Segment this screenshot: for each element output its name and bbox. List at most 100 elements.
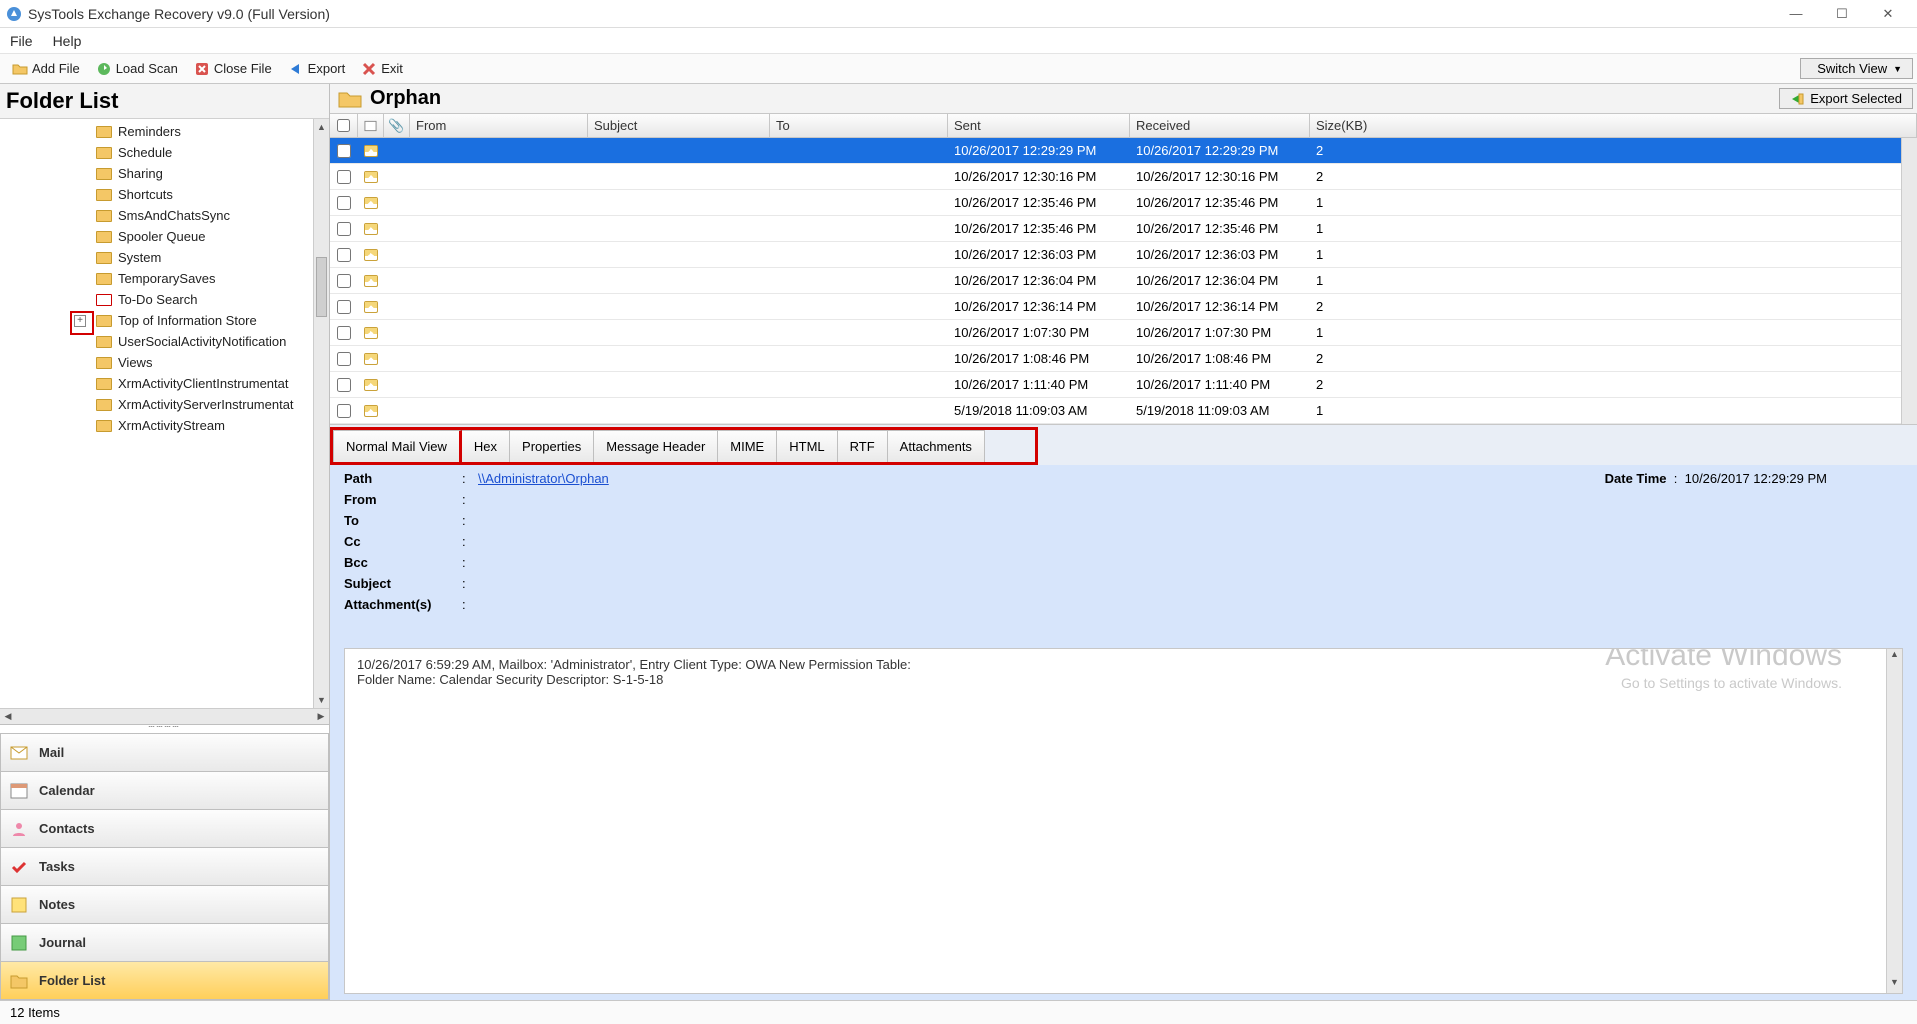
switch-view-button[interactable]: Switch View ▼ bbox=[1800, 58, 1913, 79]
body-vscrollbar[interactable]: ▲ ▼ bbox=[1886, 649, 1902, 993]
mail-row[interactable]: 10/26/2017 12:36:14 PM10/26/2017 12:36:1… bbox=[330, 294, 1917, 320]
tab-mime[interactable]: MIME bbox=[718, 430, 777, 462]
message-body[interactable]: Activate Windows Go to Settings to activ… bbox=[344, 648, 1903, 994]
folder-item[interactable]: Shortcuts bbox=[0, 184, 313, 205]
mail-row[interactable]: 10/26/2017 1:07:30 PM10/26/2017 1:07:30 … bbox=[330, 320, 1917, 346]
folder-item[interactable]: +Top of Information Store bbox=[0, 310, 313, 331]
size-cell: 1 bbox=[1310, 325, 1917, 340]
mail-row[interactable]: 10/26/2017 1:08:46 PM10/26/2017 1:08:46 … bbox=[330, 346, 1917, 372]
col-sent[interactable]: Sent bbox=[948, 114, 1130, 137]
col-to[interactable]: To bbox=[770, 114, 948, 137]
folder-item[interactable]: XrmActivityClientInstrumentat bbox=[0, 373, 313, 394]
mail-row[interactable]: 5/19/2018 11:09:03 AM5/19/2018 11:09:03 … bbox=[330, 398, 1917, 424]
tab-properties[interactable]: Properties bbox=[510, 430, 594, 462]
tab-hex[interactable]: Hex bbox=[462, 430, 510, 462]
titlebar: SysTools Exchange Recovery v9.0 (Full Ve… bbox=[0, 0, 1917, 28]
folder-item[interactable]: Schedule bbox=[0, 142, 313, 163]
scroll-down-icon[interactable]: ▼ bbox=[1887, 977, 1902, 993]
tree-hscrollbar[interactable]: ◀ ▶ bbox=[0, 708, 329, 724]
tab-attachments[interactable]: Attachments bbox=[888, 430, 985, 462]
row-checkbox[interactable] bbox=[337, 170, 351, 184]
maximize-button[interactable]: ☐ bbox=[1819, 0, 1865, 28]
col-received[interactable]: Received bbox=[1130, 114, 1310, 137]
row-checkbox[interactable] bbox=[337, 274, 351, 288]
nav-item-notes[interactable]: Notes bbox=[0, 886, 329, 924]
scroll-up-icon[interactable]: ▲ bbox=[314, 119, 329, 135]
folder-item[interactable]: Views bbox=[0, 352, 313, 373]
nav-item-calendar[interactable]: Calendar bbox=[0, 772, 329, 810]
expand-icon[interactable]: + bbox=[74, 315, 86, 327]
folder-item[interactable]: SmsAndChatsSync bbox=[0, 205, 313, 226]
col-attachment[interactable]: 📎 bbox=[384, 114, 410, 137]
scroll-right-icon[interactable]: ▶ bbox=[313, 711, 329, 722]
tab-html[interactable]: HTML bbox=[777, 430, 837, 462]
export-selected-icon bbox=[1790, 92, 1804, 106]
folder-item[interactable]: Spooler Queue bbox=[0, 226, 313, 247]
row-checkbox[interactable] bbox=[337, 378, 351, 392]
row-checkbox[interactable] bbox=[337, 196, 351, 210]
menu-help[interactable]: Help bbox=[53, 33, 82, 49]
nav-label: Tasks bbox=[39, 859, 75, 874]
received-cell: 10/26/2017 12:29:29 PM bbox=[1130, 143, 1310, 158]
row-checkbox[interactable] bbox=[337, 352, 351, 366]
tab-normal-mail-view[interactable]: Normal Mail View bbox=[333, 430, 462, 462]
mail-row[interactable]: 10/26/2017 1:11:40 PM10/26/2017 1:11:40 … bbox=[330, 372, 1917, 398]
folder-item[interactable]: Reminders bbox=[0, 121, 313, 142]
mail-row[interactable]: 10/26/2017 12:29:29 PM10/26/2017 12:29:2… bbox=[330, 138, 1917, 164]
menu-file[interactable]: File bbox=[10, 33, 33, 49]
nav-item-folder-list[interactable]: Folder List bbox=[0, 962, 329, 1000]
folder-label: Spooler Queue bbox=[118, 229, 205, 244]
export-selected-button[interactable]: Export Selected bbox=[1779, 88, 1913, 109]
tree-vscrollbar[interactable]: ▲ ▼ bbox=[313, 119, 329, 708]
folder-item[interactable]: UserSocialActivityNotification bbox=[0, 331, 313, 352]
nav-label: Journal bbox=[39, 935, 86, 950]
folder-label: UserSocialActivityNotification bbox=[118, 334, 286, 349]
tab-message-header[interactable]: Message Header bbox=[594, 430, 718, 462]
scroll-thumb[interactable] bbox=[316, 257, 327, 317]
mail-row[interactable]: 10/26/2017 12:35:46 PM10/26/2017 12:35:4… bbox=[330, 216, 1917, 242]
folder-label: Schedule bbox=[118, 145, 172, 160]
mail-row[interactable]: 10/26/2017 12:36:03 PM10/26/2017 12:36:0… bbox=[330, 242, 1917, 268]
grid-vscrollbar[interactable] bbox=[1901, 138, 1917, 424]
row-checkbox[interactable] bbox=[337, 222, 351, 236]
col-from[interactable]: From bbox=[410, 114, 588, 137]
scroll-left-icon[interactable]: ◀ bbox=[0, 711, 16, 722]
nav-item-journal[interactable]: Journal bbox=[0, 924, 329, 962]
col-checkbox[interactable] bbox=[330, 114, 358, 137]
mail-row[interactable]: 10/26/2017 12:36:04 PM10/26/2017 12:36:0… bbox=[330, 268, 1917, 294]
row-checkbox[interactable] bbox=[337, 326, 351, 340]
row-checkbox[interactable] bbox=[337, 144, 351, 158]
col-size[interactable]: Size(KB) bbox=[1310, 114, 1917, 137]
close-button[interactable]: ✕ bbox=[1865, 0, 1911, 28]
nav-item-tasks[interactable]: Tasks bbox=[0, 848, 329, 886]
path-value[interactable]: \\Administrator\Orphan bbox=[478, 471, 609, 486]
close-file-button[interactable]: Close File bbox=[186, 59, 280, 79]
folder-item[interactable]: XrmActivityServerInstrumentat bbox=[0, 394, 313, 415]
mail-row[interactable]: 10/26/2017 12:35:46 PM10/26/2017 12:35:4… bbox=[330, 190, 1917, 216]
folder-item[interactable]: To-Do Search bbox=[0, 289, 313, 310]
exit-button[interactable]: Exit bbox=[353, 59, 411, 79]
folder-tree[interactable]: Reminders Schedule SharingShortcutsSmsAndC… bbox=[0, 119, 313, 708]
folder-item[interactable]: TemporarySaves bbox=[0, 268, 313, 289]
nav-item-mail[interactable]: Mail bbox=[0, 734, 329, 772]
row-checkbox[interactable] bbox=[337, 248, 351, 262]
row-checkbox[interactable] bbox=[337, 404, 351, 418]
col-icon[interactable] bbox=[358, 114, 384, 137]
row-checkbox[interactable] bbox=[337, 300, 351, 314]
nav-item-contacts[interactable]: Contacts bbox=[0, 810, 329, 848]
mail-row[interactable]: 10/26/2017 12:30:16 PM10/26/2017 12:30:1… bbox=[330, 164, 1917, 190]
tab-rtf[interactable]: RTF bbox=[838, 430, 888, 462]
received-cell: 10/26/2017 12:36:03 PM bbox=[1130, 247, 1310, 262]
content-title: Orphan bbox=[370, 87, 1779, 110]
export-button[interactable]: Export bbox=[280, 59, 354, 79]
folder-item[interactable]: XrmActivityStream bbox=[0, 415, 313, 436]
col-subject[interactable]: Subject bbox=[588, 114, 770, 137]
minimize-button[interactable]: — bbox=[1773, 0, 1819, 28]
folder-item[interactable]: Sharing bbox=[0, 163, 313, 184]
load-scan-button[interactable]: Load Scan bbox=[88, 59, 186, 79]
nav-grip[interactable]: ┄┄┄┄ bbox=[0, 725, 329, 733]
folder-item[interactable]: System bbox=[0, 247, 313, 268]
mail-icon bbox=[364, 405, 378, 417]
add-file-button[interactable]: Add File bbox=[4, 59, 88, 79]
scroll-down-icon[interactable]: ▼ bbox=[314, 692, 329, 708]
